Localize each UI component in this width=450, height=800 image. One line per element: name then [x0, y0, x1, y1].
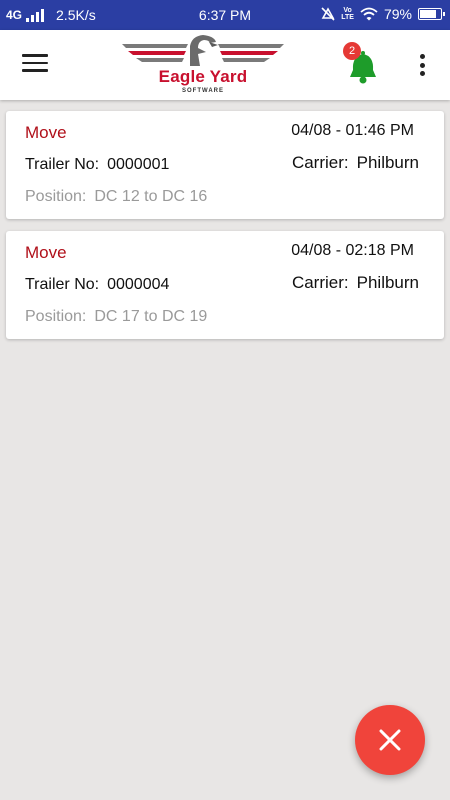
position-value: DC 12 to DC 16: [94, 188, 208, 205]
move-type: Move: [25, 243, 67, 262]
carrier-value: Philburn: [356, 153, 419, 172]
logo-subtitle: SOFTWARE: [182, 88, 224, 94]
move-datetime: 04/08 - 01:46 PM: [291, 122, 414, 139]
position: Position: DC 17 to DC 19: [25, 308, 207, 326]
muted-notification-icon: [321, 7, 335, 21]
trailer-label: Trailer No:: [25, 276, 100, 293]
more-options-button[interactable]: [412, 52, 432, 78]
battery-fill: [420, 10, 436, 18]
move-card[interactable]: Move 04/08 - 02:18 PM Trailer No: 0000004…: [6, 231, 444, 339]
carrier-label: Carrier:: [291, 273, 349, 292]
notification-badge: 2: [343, 42, 361, 60]
more-dot: [419, 54, 425, 59]
carrier-value: Philburn: [356, 273, 419, 292]
app-bar: Eagle Yard SOFTWARE 2: [0, 30, 450, 100]
eagle-yard-logo: Eagle Yard SOFTWARE: [120, 34, 286, 98]
menu-line: [22, 54, 48, 57]
carrier: Carrier: Philburn: [292, 273, 419, 293]
move-type: Move: [25, 123, 67, 142]
hamburger-menu-button[interactable]: [22, 54, 48, 74]
move-card[interactable]: Move 04/08 - 01:46 PM Trailer No: 0000001…: [6, 111, 444, 219]
logo-title: Eagle Yard: [158, 67, 248, 86]
volte-indicator: Vo LTE: [341, 7, 354, 21]
position-label: Position:: [25, 188, 87, 205]
volte-line2: LTE: [341, 14, 354, 21]
position-value: DC 17 to DC 19: [94, 308, 208, 325]
notifications-button[interactable]: 2: [343, 42, 383, 88]
more-dot: [419, 62, 425, 68]
wifi-icon: [360, 7, 378, 21]
volte-line1: Vo: [343, 7, 352, 14]
more-dot: [419, 71, 425, 76]
menu-line: [22, 69, 48, 72]
close-fab-button[interactable]: [355, 705, 425, 775]
status-right: Vo LTE 79%: [321, 6, 445, 22]
trailer-value: 0000004: [107, 276, 170, 293]
menu-line: [22, 61, 48, 64]
trailer-value: 0000001: [107, 156, 170, 173]
carrier-label: Carrier:: [291, 153, 349, 172]
battery-icon: [418, 8, 445, 20]
close-icon: [379, 729, 401, 751]
trailer-number: Trailer No: 0000001: [25, 156, 169, 174]
status-bar: 4G 2.5K/s 6:37 PM Vo LTE 79%: [0, 0, 450, 30]
carrier: Carrier: Philburn: [292, 153, 419, 173]
eagle-emblem-icon: [122, 35, 284, 66]
position-label: Position:: [25, 308, 87, 325]
move-datetime: 04/08 - 02:18 PM: [291, 242, 414, 259]
battery-percent: 79%: [383, 6, 412, 22]
trailer-label: Trailer No:: [25, 156, 100, 173]
trailer-number: Trailer No: 0000004: [25, 276, 169, 294]
position: Position: DC 12 to DC 16: [25, 188, 207, 206]
